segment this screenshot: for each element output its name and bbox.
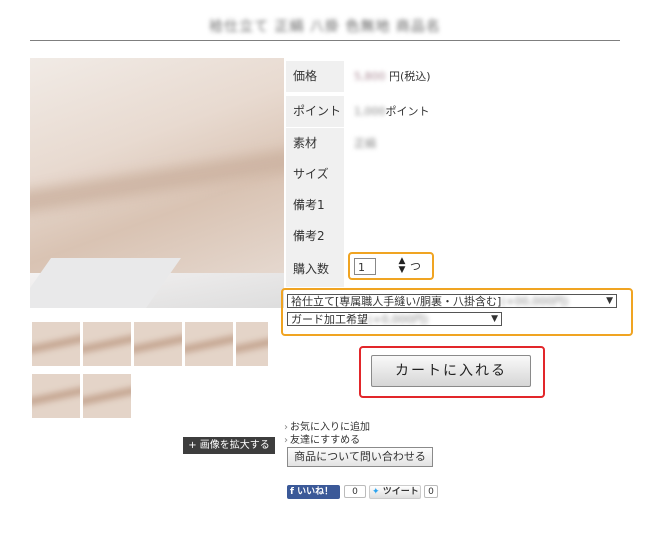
twitter-count: 0: [424, 485, 438, 498]
spec-label: サイズ: [286, 159, 344, 190]
spec-row-price: 価格 5,800 円(税込): [286, 61, 626, 92]
thumbnail-6[interactable]: [32, 374, 80, 418]
spec-row-quantity: 購入数: [286, 252, 626, 287]
facebook-icon: f: [290, 487, 294, 497]
title-divider: [30, 40, 620, 41]
quantity-stepper[interactable]: ▲ ▼: [397, 257, 407, 277]
twitter-bird-icon: ✦: [372, 487, 380, 497]
thumbnail-1[interactable]: [32, 322, 80, 366]
spec-label: 価格: [286, 61, 344, 92]
chevron-down-icon: ▼: [491, 314, 498, 324]
expand-image-button[interactable]: + 画像を拡大する: [183, 437, 275, 454]
thumbnail-5[interactable]: [236, 322, 268, 366]
material-value: 正絹: [354, 137, 376, 150]
main-product-image[interactable]: [30, 58, 284, 308]
facebook-count: 0: [344, 485, 366, 498]
page-title: 袷仕立て 正絹 八掛 色無地 商品名: [209, 19, 441, 35]
tailoring-select[interactable]: 袷仕立て[専属職人手縫い/胴裏・八掛含む](+00,000円) ▼: [287, 294, 617, 308]
page-title-area: 袷仕立て 正絹 八掛 色無地 商品名: [30, 12, 620, 40]
thumbnail-7[interactable]: [83, 374, 131, 418]
thumbnail-4[interactable]: [185, 322, 233, 366]
chevron-right-icon: ›: [284, 435, 288, 446]
spec-label: ポイント: [286, 96, 344, 127]
spec-label: 購入数: [286, 252, 344, 287]
stepper-down-icon[interactable]: ▼: [397, 266, 407, 275]
spec-row-note1: 備考1: [286, 190, 626, 221]
price-value: 5,800 円(税込): [354, 70, 431, 83]
quantity-input[interactable]: 1: [354, 258, 376, 275]
inquiry-button[interactable]: 商品について問い合わせる: [287, 447, 433, 467]
spec-row-size: サイズ: [286, 159, 626, 190]
points-value: 1,000ポイント: [354, 105, 430, 118]
add-to-cart-button[interactable]: カートに入れる: [371, 355, 531, 387]
spec-label: 素材: [286, 128, 344, 159]
recommend-link[interactable]: › 友達にすすめる: [284, 431, 360, 446]
thumbnail-3[interactable]: [134, 322, 182, 366]
image-fabric-band: [30, 139, 284, 219]
tweet-button[interactable]: ✦ ツイート: [369, 485, 421, 499]
facebook-like-button[interactable]: f いいね！: [287, 485, 340, 499]
spec-row-note2: 備考2: [286, 221, 626, 252]
spec-row-points: ポイント 1,000ポイント: [286, 96, 626, 127]
quantity-unit: つ: [410, 260, 421, 273]
thumbnail-2[interactable]: [83, 322, 131, 366]
chevron-down-icon: ▼: [606, 296, 613, 306]
spec-label: 備考1: [286, 190, 344, 221]
spec-row-material: 素材 正絹: [286, 128, 626, 159]
spec-label: 備考2: [286, 221, 344, 252]
guard-select[interactable]: ガード加工希望(+0,000円) ▼: [287, 312, 502, 326]
